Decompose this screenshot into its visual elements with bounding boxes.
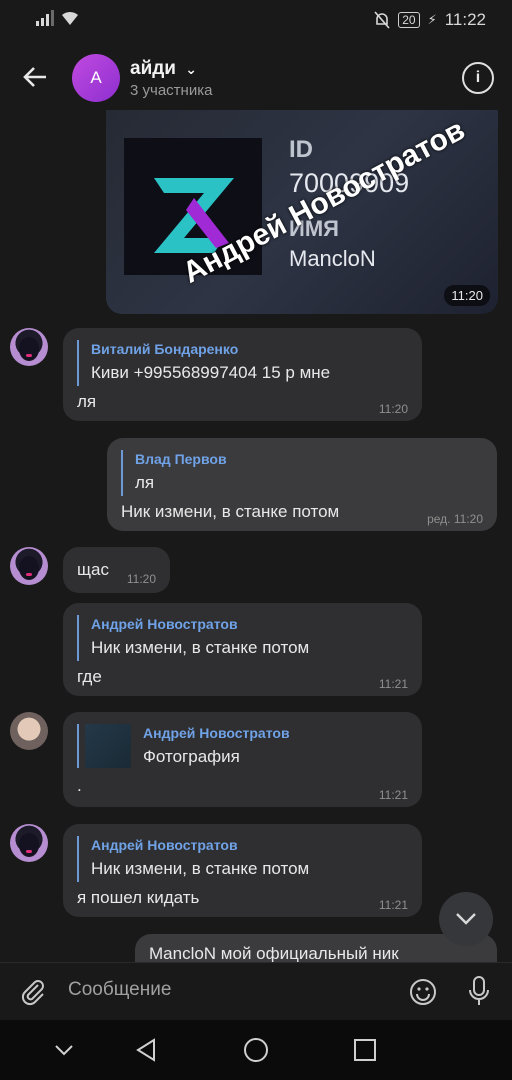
sender-avatar[interactable]: [10, 824, 48, 862]
reply-text: Ник измени, в станке потом: [91, 638, 310, 657]
message-text: я пошел кидать: [77, 888, 200, 907]
name-value: MancloN: [289, 246, 376, 271]
reply-quote[interactable]: Виталий Бондаренко Киви +995568997404 15…: [77, 340, 330, 386]
message-composer: Сообщение: [0, 962, 512, 1021]
reply-quote[interactable]: Андрей Новостратов Фотография: [143, 724, 290, 770]
reply-text: ля: [135, 473, 155, 492]
chevron-down-icon: [456, 913, 476, 925]
image-message[interactable]: ID 70009909 ИМЯ MancloN Андрей Новострат…: [106, 110, 498, 314]
message-text: Ник измени, в станке потом: [121, 502, 340, 521]
message-input[interactable]: Сообщение: [68, 979, 171, 1001]
chat-title[interactable]: айди ⌄: [130, 58, 197, 80]
wifi-icon: [62, 11, 78, 25]
message-time: 11:21: [378, 677, 408, 691]
message-time: 11:21: [378, 788, 408, 802]
chevron-down-icon: ⌄: [185, 61, 198, 77]
sender-avatar[interactable]: [10, 712, 48, 750]
message-bubble-outgoing[interactable]: MancloN мой официальный ник: [135, 934, 497, 962]
reply-text: Киви +995568997404 15 р мне: [91, 363, 331, 382]
reply-photo-thumbnail[interactable]: [77, 724, 79, 768]
message-text: MancloN мой официальный ник: [149, 944, 399, 962]
reply-text: Ник измени, в станке потом: [91, 859, 310, 878]
reply-text: Фотография: [143, 747, 240, 766]
mute-bell-icon: [374, 11, 390, 29]
signal-icon: [36, 10, 54, 26]
id-label: ID: [289, 136, 313, 163]
status-left: [36, 10, 80, 26]
back-arrow-icon[interactable]: [20, 62, 50, 92]
chat-header: A айди ⌄ 3 участника i: [0, 44, 512, 110]
reply-author: Андрей Новостратов: [143, 725, 290, 741]
reply-quote[interactable]: Влад Первов ля: [121, 450, 227, 496]
message-bubble[interactable]: Андрей Новостратов Ник измени, в станке …: [63, 824, 422, 917]
message-time: 11:21: [378, 898, 408, 912]
reply-quote[interactable]: Андрей Новостратов Ник измени, в станке …: [77, 836, 309, 882]
message-bubble[interactable]: Андрей Новостратов Фотография . 11:21: [63, 712, 422, 807]
reply-author: Андрей Новостратов: [91, 616, 238, 632]
message-bubble[interactable]: Андрей Новостратов Ник измени, в станке …: [63, 603, 422, 696]
sender-avatar[interactable]: [10, 547, 48, 585]
nav-recents-icon[interactable]: [351, 1036, 379, 1064]
chat-subtitle: 3 участника: [130, 82, 213, 99]
message-text: щас: [77, 560, 109, 579]
scroll-down-button[interactable]: [439, 892, 493, 946]
message-bubble[interactable]: Виталий Бондаренко Киви +995568997404 15…: [63, 328, 422, 421]
chat-title-text: айди: [130, 58, 176, 79]
message-time: ред. 11:20: [427, 512, 483, 526]
sender-avatar[interactable]: [10, 328, 48, 366]
charging-icon: ⚡: [427, 12, 437, 27]
reply-author: Виталий Бондаренко: [91, 341, 239, 357]
attach-icon[interactable]: [18, 977, 48, 1007]
emoji-icon[interactable]: [408, 977, 438, 1007]
message-list[interactable]: ID 70009909 ИМЯ MancloN Андрей Новострат…: [0, 110, 512, 962]
message-time: 11:20: [444, 285, 490, 306]
nav-hide-icon[interactable]: [50, 1036, 78, 1064]
message-bubble-outgoing[interactable]: Влад Первов ля Ник измени, в станке пото…: [107, 438, 497, 531]
status-right: 20 ⚡ 11:22: [374, 10, 486, 30]
reply-quote[interactable]: Андрей Новостратов Ник измени, в станке …: [77, 615, 309, 661]
message-text: ля: [77, 392, 97, 411]
status-time: 11:22: [444, 10, 486, 29]
reply-author: Андрей Новостратов: [91, 837, 238, 853]
nav-home-icon[interactable]: [242, 1036, 270, 1064]
reply-author: Влад Первов: [135, 451, 227, 467]
message-text: где: [77, 667, 102, 686]
system-nav-bar: [0, 1020, 512, 1080]
nav-back-icon[interactable]: [132, 1036, 160, 1064]
info-icon[interactable]: i: [462, 62, 494, 94]
message-bubble[interactable]: щас 11:20: [63, 547, 170, 593]
message-time: 11:20: [126, 572, 156, 586]
battery-indicator: 20: [398, 12, 420, 28]
photo-thumbnail-icon: [85, 724, 131, 768]
message-time: 11:20: [378, 402, 408, 416]
group-avatar[interactable]: A: [72, 54, 120, 102]
mic-icon[interactable]: [466, 975, 492, 1007]
status-bar: 20 ⚡ 11:22: [0, 0, 512, 44]
message-text: .: [77, 776, 82, 795]
